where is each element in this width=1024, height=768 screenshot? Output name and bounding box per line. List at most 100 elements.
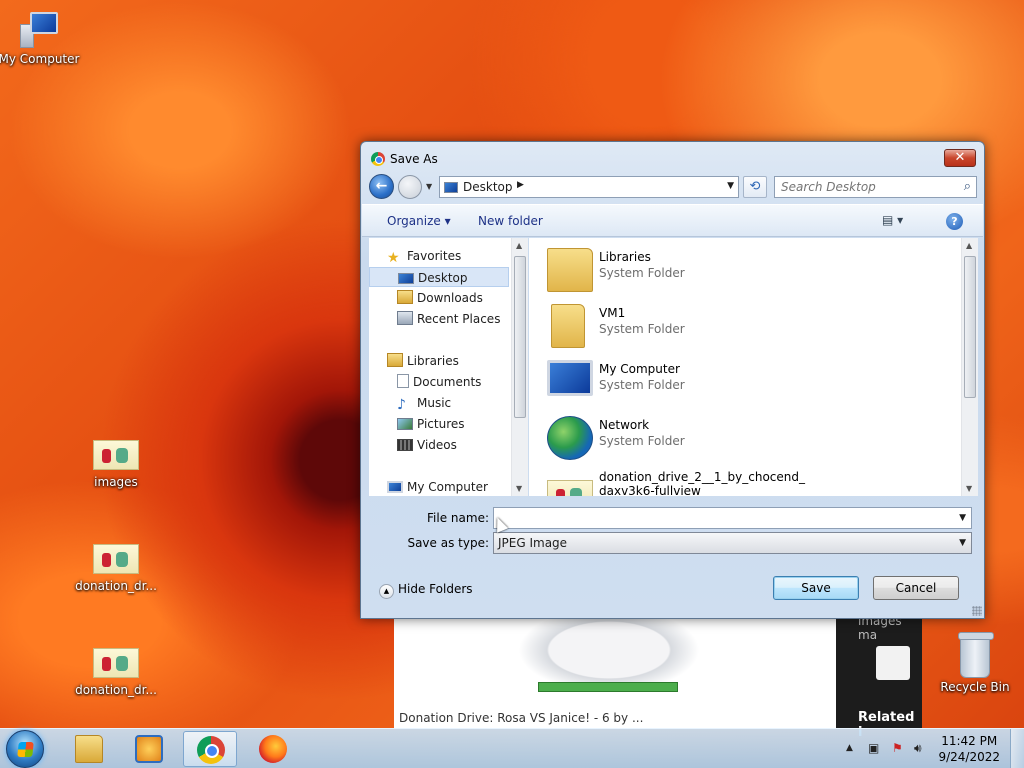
search-icon[interactable]: ⌕	[964, 179, 971, 194]
clock[interactable]: 11:42 PM 9/24/2022	[938, 733, 1000, 765]
save-as-type-select[interactable]: JPEG Image ▼	[493, 532, 972, 554]
scroll-up-icon[interactable]: ▲	[966, 241, 972, 250]
pictures-icon	[397, 418, 413, 430]
browser-page-fragment: Donation Drive: Rosa VS Janice! - 6 by .…	[394, 618, 836, 728]
tree-item-my-computer[interactable]: My Computer	[387, 477, 511, 496]
windows-explorer-icon	[75, 735, 103, 763]
image-caption[interactable]: Donation Drive: Rosa VS Janice! - 6 by .…	[399, 711, 643, 725]
tree-item-pictures[interactable]: Pictures	[397, 414, 511, 434]
recent-locations-dropdown[interactable]: ▼	[426, 182, 432, 191]
network-tray-icon[interactable]: ▣	[868, 741, 879, 755]
taskbar-app-media-player[interactable]	[122, 731, 176, 767]
file-type: System Folder	[599, 322, 685, 336]
search-box[interactable]: ⌕	[774, 176, 977, 198]
address-bar[interactable]: Desktop ▶ ▼	[439, 176, 739, 198]
desktop-icon-recycle-bin[interactable]: Recycle Bin	[933, 632, 1017, 694]
search-input[interactable]	[775, 177, 945, 197]
tree-item-libraries[interactable]: Libraries	[387, 351, 511, 371]
tree-item-desktop[interactable]: Desktop	[369, 267, 509, 287]
chrome-icon	[371, 152, 385, 166]
tree-item-label: Downloads	[417, 291, 483, 305]
hide-folders-label: Hide Folders	[398, 582, 473, 596]
save-button[interactable]: Save	[773, 576, 859, 600]
scroll-down-icon[interactable]: ▼	[516, 484, 522, 493]
tree-item-favorites[interactable]: ★ Favorites	[387, 246, 511, 266]
dialog-footer: ▲ Hide Folders Save Cancel	[361, 570, 984, 618]
list-item[interactable]: Libraries System Folder	[537, 242, 937, 294]
desktop-icon-my-computer[interactable]: My Computer	[0, 10, 81, 66]
change-view-button[interactable]: ▤ ▾	[882, 213, 920, 231]
save-as-type-value: JPEG Image	[498, 536, 568, 550]
file-name: VM1	[599, 306, 626, 320]
list-item[interactable]: Network System Folder	[537, 410, 937, 462]
file-name: My Computer	[599, 362, 680, 376]
navigation-scrollbar[interactable]: ▲ ▼	[511, 238, 528, 496]
close-button[interactable]: ✕	[944, 149, 976, 167]
tree-item-documents[interactable]: Documents	[397, 372, 511, 392]
file-name-label: File name:	[427, 511, 489, 525]
tree-item-recent-places[interactable]: Recent Places	[397, 309, 511, 329]
show-hidden-icons-arrow[interactable]: ▲	[846, 743, 853, 753]
new-folder-button[interactable]: New folder	[478, 214, 543, 228]
downloads-icon	[397, 290, 413, 304]
save-fields: File name: ▼ Save as type: JPEG Image ▼	[361, 500, 984, 560]
tree-item-videos[interactable]: Videos	[397, 435, 511, 455]
list-item[interactable]: donation_drive_2__1_by_chocend_ daxv3k6-…	[537, 466, 937, 496]
side-thumbnail[interactable]	[876, 646, 910, 680]
file-list-scrollbar[interactable]: ▲ ▼	[961, 238, 978, 496]
file-name-combo[interactable]: ▼	[493, 507, 972, 529]
page-image	[506, 618, 712, 698]
file-type: System Folder	[599, 434, 685, 448]
command-toolbar: Organize ▾ New folder ▤ ▾ ?	[362, 204, 983, 237]
tree-item-label: Documents	[413, 375, 482, 389]
show-desktop-button[interactable]	[1010, 729, 1024, 768]
start-button[interactable]	[6, 730, 44, 768]
desktop-icon-label: Recycle Bin	[940, 680, 1010, 694]
file-name-input[interactable]	[494, 508, 944, 528]
desktop-icon-images[interactable]: images	[74, 440, 158, 489]
hide-folders-button[interactable]: ▲ Hide Folders	[379, 582, 473, 599]
scroll-down-icon[interactable]: ▼	[966, 484, 972, 493]
tree-item-downloads[interactable]: Downloads	[397, 288, 511, 308]
network-icon	[547, 416, 593, 460]
back-button[interactable]: ←	[369, 174, 394, 199]
resize-grip[interactable]	[972, 606, 982, 616]
tree-item-music[interactable]: ♪ Music	[397, 393, 511, 413]
scroll-up-icon[interactable]: ▲	[516, 241, 522, 250]
list-item[interactable]: My Computer System Folder	[537, 354, 937, 406]
forward-button[interactable]	[398, 175, 422, 199]
list-item[interactable]: VM1 System Folder	[537, 298, 937, 350]
tree-item-label: Pictures	[417, 417, 465, 431]
scrollbar-thumb[interactable]	[964, 256, 976, 398]
user-folder-icon	[551, 304, 585, 348]
computer-icon	[387, 481, 403, 493]
tree-item-label: Libraries	[407, 354, 459, 368]
volume-icon[interactable]: 🔊︎	[914, 741, 922, 756]
browser-side-panel: images ma Related i	[836, 614, 922, 740]
chevron-down-icon[interactable]: ▼	[959, 513, 966, 523]
desktop-icon-donation-2[interactable]: donation_dr...	[74, 648, 158, 697]
taskbar-app-chrome[interactable]	[183, 731, 237, 767]
navigation-bar: ← ▼ Desktop ▶ ▼ ⟲ ⌕	[369, 174, 977, 200]
scrollbar-thumb[interactable]	[514, 256, 526, 418]
action-center-icon[interactable]: ⚑	[892, 741, 903, 755]
chevron-down-icon[interactable]: ▼	[959, 538, 966, 548]
dialog-titlebar[interactable]: Save As ✕	[361, 142, 984, 174]
chrome-icon	[197, 736, 225, 764]
clock-date: 9/24/2022	[938, 750, 1000, 764]
desktop-icon-donation-1[interactable]: donation_dr...	[74, 544, 158, 593]
cancel-button[interactable]: Cancel	[873, 576, 959, 600]
organize-button[interactable]: Organize ▾	[387, 214, 451, 228]
breadcrumb-arrow-icon[interactable]: ▶	[517, 180, 524, 190]
save-as-dialog: Save As ✕ ← ▼ Desktop ▶ ▼ ⟲ ⌕ Organize ▾…	[360, 141, 985, 619]
chevron-down-icon[interactable]: ▼	[727, 181, 734, 191]
address-location[interactable]: Desktop	[463, 180, 513, 194]
desktop-icon-label: My Computer	[0, 52, 80, 66]
star-icon: ★	[387, 250, 400, 266]
taskbar-app-firefox[interactable]	[246, 731, 300, 767]
refresh-button[interactable]: ⟲	[743, 176, 767, 198]
clock-time: 11:42 PM	[941, 734, 998, 748]
taskbar-app-explorer[interactable]	[62, 731, 116, 767]
help-button[interactable]: ?	[946, 213, 963, 230]
tree-item-label: Recent Places	[417, 312, 501, 326]
